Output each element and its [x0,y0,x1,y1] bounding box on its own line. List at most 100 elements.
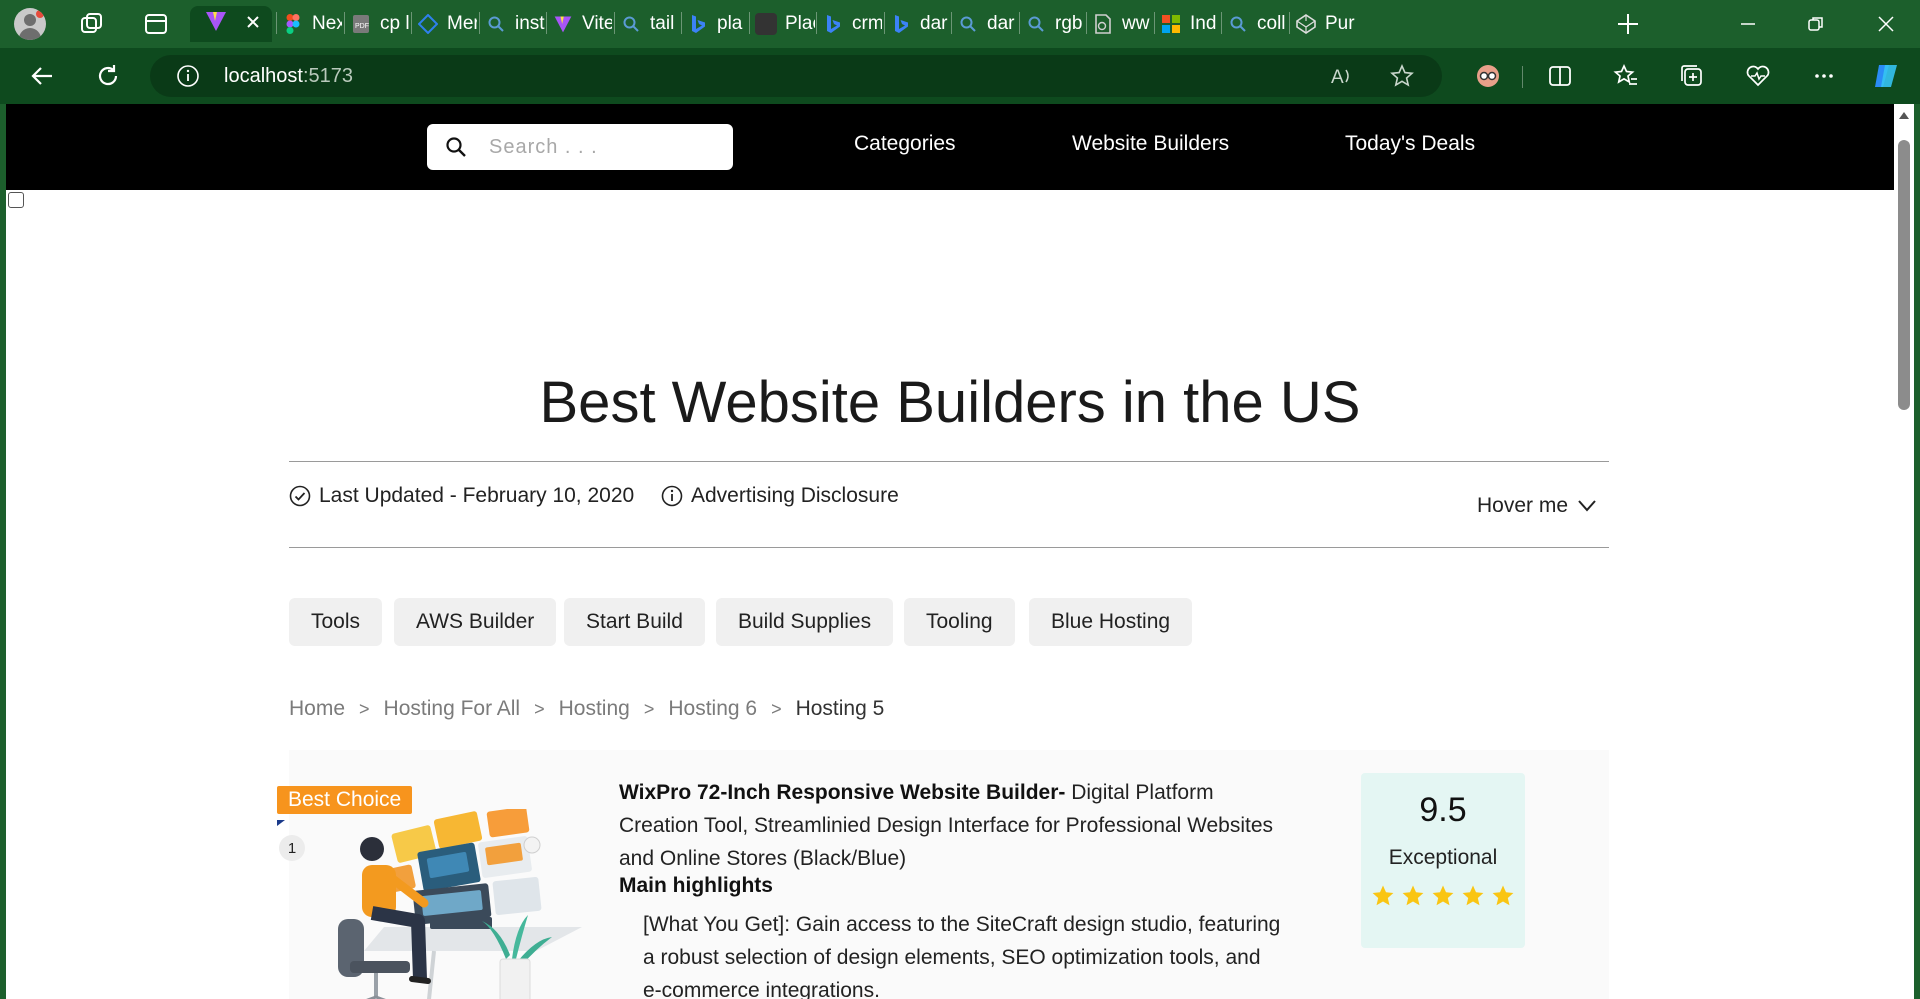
browser-tab-label: Ind [1190,13,1217,34]
browser-tab[interactable]: dar [957,6,1017,42]
chip-tooling[interactable]: Tooling [904,598,1015,646]
favorites-icon[interactable] [1606,56,1646,96]
browser-tab-label: inst [515,13,545,34]
chip-tools[interactable]: Tools [289,598,383,646]
hover-me-label: Hover me [1477,494,1569,517]
workspaces-icon[interactable] [78,10,106,43]
tab-separator [816,12,817,34]
page-icon [1092,13,1114,35]
page-viewport: Categories Website Builders Today's Deal… [6,104,1894,999]
star-icon [1371,884,1395,908]
close-window-icon[interactable] [1856,4,1916,44]
tab-separator [1154,12,1155,34]
chip-blue-hosting[interactable]: Blue Hosting [1029,598,1193,646]
site-info-icon[interactable] [176,64,200,88]
diagram-icon [417,13,439,35]
breadcrumb: Home > Hosting For All > Hosting > Hosti… [289,697,884,721]
breadcrumb-hosting-6[interactable]: Hosting 6 [668,697,757,721]
codepen-icon [1295,13,1317,35]
page-checkbox[interactable] [8,192,24,208]
browser-tab-label: Mer [447,13,477,34]
favorite-star-icon[interactable] [1390,64,1414,93]
reload-icon[interactable] [88,56,128,96]
nav-link-todays-deals[interactable]: Today's Deals [1345,132,1475,156]
breadcrumb-separator: > [643,698,655,719]
svg-text:A: A [1331,67,1344,88]
breadcrumb-hosting-for-all[interactable]: Hosting For All [384,697,521,721]
bing-icon [890,13,912,35]
star-icon [1401,884,1425,908]
product-description: WixPro 72-Inch Responsive Website Builde… [619,776,1279,875]
address-bar[interactable]: localhost:5173 A [150,55,1442,97]
last-updated: Last Updated - February 10, 2020 [289,484,634,508]
search-box[interactable] [427,124,733,170]
breadcrumb-separator: > [771,698,782,719]
check-circle-icon [289,485,319,507]
browser-tab-label: Pur [1325,13,1355,34]
browser-tab[interactable]: inst [485,6,545,42]
tab-separator [344,12,345,34]
product-name[interactable]: WixPro 72-Inch Responsive Website Builde… [619,781,1065,804]
split-screen-icon[interactable] [1540,56,1580,96]
advertising-disclosure[interactable]: Advertising Disclosure [661,484,899,508]
star-icon [1461,884,1485,908]
browser-tab-label: crm [852,13,882,34]
browser-tab-label: ww [1122,13,1150,34]
browser-tab-label: dar [920,13,948,34]
browser-tab[interactable]: Nex [282,6,342,42]
url-port: :5173 [302,64,353,87]
restore-icon[interactable] [1786,4,1846,44]
chip-start-build[interactable]: Start Build [564,598,705,646]
page-scrollbar[interactable] [1894,104,1914,999]
scroll-up-arrow-icon[interactable] [1897,108,1911,122]
minimize-icon[interactable] [1718,4,1778,44]
browser-tab[interactable]: Vite [552,6,612,42]
browser-tab[interactable]: PDF cp l [350,6,410,42]
browser-tab[interactable]: dar [890,6,950,42]
browser-tab[interactable]: pla [687,6,747,42]
breadcrumb-hosting[interactable]: Hosting [559,697,630,721]
tab-active-vite[interactable] [190,6,272,42]
close-tab-icon[interactable] [246,13,260,35]
extension-icon[interactable] [1468,56,1508,96]
hover-me-dropdown[interactable]: Hover me [1477,494,1596,518]
url-text[interactable]: localhost:5173 [224,65,353,88]
breadcrumb-home[interactable]: Home [289,697,345,721]
collections-icon[interactable] [1672,56,1712,96]
back-icon[interactable] [22,56,62,96]
chip-build-supplies[interactable]: Build Supplies [716,598,894,646]
browser-tab[interactable]: Mer [417,6,477,42]
bing-icon [687,13,709,35]
browser-tab[interactable]: crm [822,6,882,42]
browser-tab[interactable]: Plac [755,6,815,42]
new-tab-icon[interactable] [1614,10,1642,43]
highlights-title: Main highlights [619,874,773,897]
browser-essentials-icon[interactable] [1738,56,1778,96]
browser-tab[interactable]: rgb [1025,6,1085,42]
star-icon [1491,884,1515,908]
browser-tab[interactable]: tail [620,6,680,42]
star-icon [1431,884,1455,908]
tab-separator [749,12,750,34]
tab-separator [681,12,682,34]
browser-tab-label: dar [987,13,1015,34]
chip-aws-builder[interactable]: AWS Builder [394,598,557,646]
profile-avatar[interactable] [14,8,46,40]
nav-link-website-builders[interactable]: Website Builders [1072,132,1229,156]
advertising-disclosure-text: Advertising Disclosure [691,484,899,507]
search-input[interactable] [489,135,709,159]
browser-tab[interactable]: coll [1227,6,1287,42]
scrollbar-thumb[interactable] [1898,140,1910,410]
browser-tab[interactable]: Pur [1295,6,1355,42]
browser-tab[interactable]: ww [1092,6,1152,42]
read-aloud-icon[interactable]: A [1330,64,1356,94]
tab-separator [276,12,277,34]
divider-top [289,461,1609,462]
site-header: Categories Website Builders Today's Deal… [6,104,1894,190]
nav-link-categories[interactable]: Categories [854,132,956,156]
figma-icon [282,13,304,35]
more-menu-icon[interactable] [1804,56,1844,96]
browser-tab[interactable]: Ind [1160,6,1220,42]
tab-actions-icon[interactable] [142,10,170,43]
copilot-icon[interactable] [1866,56,1906,96]
